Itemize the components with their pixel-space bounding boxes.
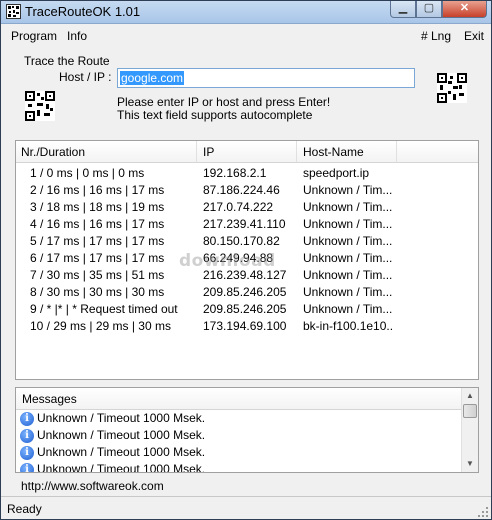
cell-hostname: speedport.ip — [303, 166, 370, 180]
cell-duration: 6 / 17 ms | 17 ms | 17 ms — [30, 251, 165, 265]
menu-bar: Program Info # Lng Exit — [1, 24, 491, 46]
cell-ip: 217.239.41.110 — [203, 217, 286, 231]
scrollbar-thumb[interactable] — [463, 404, 477, 418]
website-link[interactable]: http://www.softwareok.com — [21, 479, 164, 493]
messages-scrollbar[interactable]: ▲ ▼ — [461, 388, 478, 472]
cell-duration: 1 / 0 ms | 0 ms | 0 ms — [30, 166, 145, 180]
cell-ip: 209.85.246.205 — [203, 302, 287, 316]
list-item[interactable]: i Unknown / Timeout 1000 Msek. — [20, 410, 205, 427]
resize-grip-icon[interactable] — [477, 506, 489, 518]
app-icon — [6, 4, 21, 19]
cell-ip: 173.194.69.100 — [203, 319, 287, 333]
table-row[interactable]: 3 / 18 ms | 18 ms | 19 ms 217.0.74.222 U… — [16, 199, 478, 216]
table-row[interactable]: 2 / 16 ms | 16 ms | 17 ms 87.186.224.46 … — [16, 182, 478, 199]
right-qr-icon[interactable] — [437, 73, 467, 103]
cell-ip: 209.85.246.205 — [203, 285, 287, 299]
col-header-filler — [397, 141, 478, 163]
app-window: TraceRouteOK 1.01 ▁ ▢ ✕ Program Info # L… — [0, 0, 492, 520]
cell-hostname: Unknown / Tim... — [303, 285, 393, 299]
minimize-button[interactable]: ▁ — [390, 1, 416, 18]
cell-duration: 3 / 18 ms | 18 ms | 19 ms — [30, 200, 165, 214]
table-row[interactable]: 5 / 17 ms | 17 ms | 17 ms 80.150.170.82 … — [16, 233, 478, 250]
left-qr-icon[interactable] — [25, 91, 55, 121]
col-header-ip[interactable]: IP — [197, 141, 297, 163]
cell-ip: 80.150.170.82 — [203, 234, 280, 248]
watermark-text: download — [179, 251, 276, 271]
cell-ip: 87.186.224.46 — [203, 183, 280, 197]
info-icon: i — [20, 411, 34, 426]
message-text: Unknown / Timeout 1000 Msek. — [37, 428, 206, 442]
list-item[interactable]: i Unknown / Timeout 1000 Msek. — [20, 461, 206, 473]
message-text: Unknown / Timeout 1000 Msek. — [37, 445, 206, 459]
messages-header: Messages — [16, 388, 461, 410]
info-icon: i — [20, 462, 34, 472]
host-input[interactable]: google.com — [117, 68, 415, 88]
cell-hostname: Unknown / Tim... — [303, 183, 393, 197]
list-item[interactable]: i Unknown / Timeout 1000 Msek. — [20, 427, 205, 444]
table-row[interactable]: 4 / 16 ms | 16 ms | 17 ms 217.239.41.110… — [16, 216, 478, 233]
window-title: TraceRouteOK 1.01 — [25, 4, 141, 19]
list-item[interactable]: i Unknown / Timeout 1000 Msek. — [20, 444, 205, 461]
table-row[interactable]: 1 / 0 ms | 0 ms | 0 ms 192.168.2.1 speed… — [16, 165, 478, 182]
cell-hostname: Unknown / Tim... — [303, 302, 393, 316]
cell-duration: 8 / 30 ms | 30 ms | 30 ms — [30, 285, 165, 299]
table-row[interactable]: 10 / 29 ms | 29 ms | 30 ms 173.194.69.10… — [16, 318, 478, 335]
table-row[interactable]: 8 / 30 ms | 30 ms | 30 ms 209.85.246.205… — [16, 284, 478, 301]
scroll-down-arrow-icon[interactable]: ▼ — [462, 456, 478, 472]
cell-duration: 10 / 29 ms | 29 ms | 30 ms — [30, 319, 171, 333]
maximize-button[interactable]: ▢ — [416, 1, 442, 18]
cell-hostname: bk-in-f100.1e10... — [303, 319, 393, 333]
cell-duration: 2 / 16 ms | 16 ms | 17 ms — [30, 183, 165, 197]
cell-duration: 4 / 16 ms | 16 ms | 17 ms — [30, 217, 165, 231]
menu-program[interactable]: Program — [11, 29, 57, 43]
info-icon: i — [20, 445, 34, 460]
message-text: Unknown / Timeout 1000 Msek. — [37, 411, 206, 425]
message-text: Unknown / Timeout 1000 Msek. — [37, 462, 206, 473]
cell-hostname: Unknown / Tim... — [303, 217, 393, 231]
cell-duration: 5 / 17 ms | 17 ms | 17 ms — [30, 234, 165, 248]
cell-duration: 7 / 30 ms | 35 ms | 51 ms — [30, 268, 165, 282]
status-bar: Ready — [1, 496, 491, 519]
menu-info[interactable]: Info — [67, 29, 87, 43]
menu-language[interactable]: # Lng — [421, 29, 451, 43]
hint-line-2: This text field supports autocomplete — [117, 108, 313, 122]
scroll-up-arrow-icon[interactable]: ▲ — [462, 388, 478, 404]
close-button[interactable]: ✕ — [442, 1, 487, 18]
cell-ip: 192.168.2.1 — [203, 166, 267, 180]
status-text: Ready — [7, 502, 42, 516]
info-icon: i — [20, 428, 34, 443]
cell-hostname: Unknown / Tim... — [303, 251, 393, 265]
host-input-value: google.com — [120, 71, 185, 85]
trace-group-label: Trace the Route — [24, 54, 110, 68]
cell-ip: 217.0.74.222 — [203, 200, 274, 214]
col-header-hostname[interactable]: Host-Name — [297, 141, 397, 163]
hint-line-1: Please enter IP or host and press Enter! — [117, 95, 331, 109]
table-row[interactable]: 9 / * |* | * Request timed out 209.85.24… — [16, 301, 478, 318]
menu-exit[interactable]: Exit — [464, 29, 484, 43]
cell-hostname: Unknown / Tim... — [303, 200, 393, 214]
host-label: Host / IP : — [59, 70, 112, 84]
cell-hostname: Unknown / Tim... — [303, 234, 393, 248]
messages-panel[interactable]: Messages i Unknown / Timeout 1000 Msek. i… — [15, 387, 479, 473]
title-bar[interactable]: TraceRouteOK 1.01 ▁ ▢ ✕ — [1, 1, 491, 24]
col-header-duration[interactable]: Nr./Duration — [16, 141, 197, 163]
cell-duration: 9 / * |* | * Request timed out — [30, 302, 178, 316]
cell-hostname: Unknown / Tim... — [303, 268, 393, 282]
